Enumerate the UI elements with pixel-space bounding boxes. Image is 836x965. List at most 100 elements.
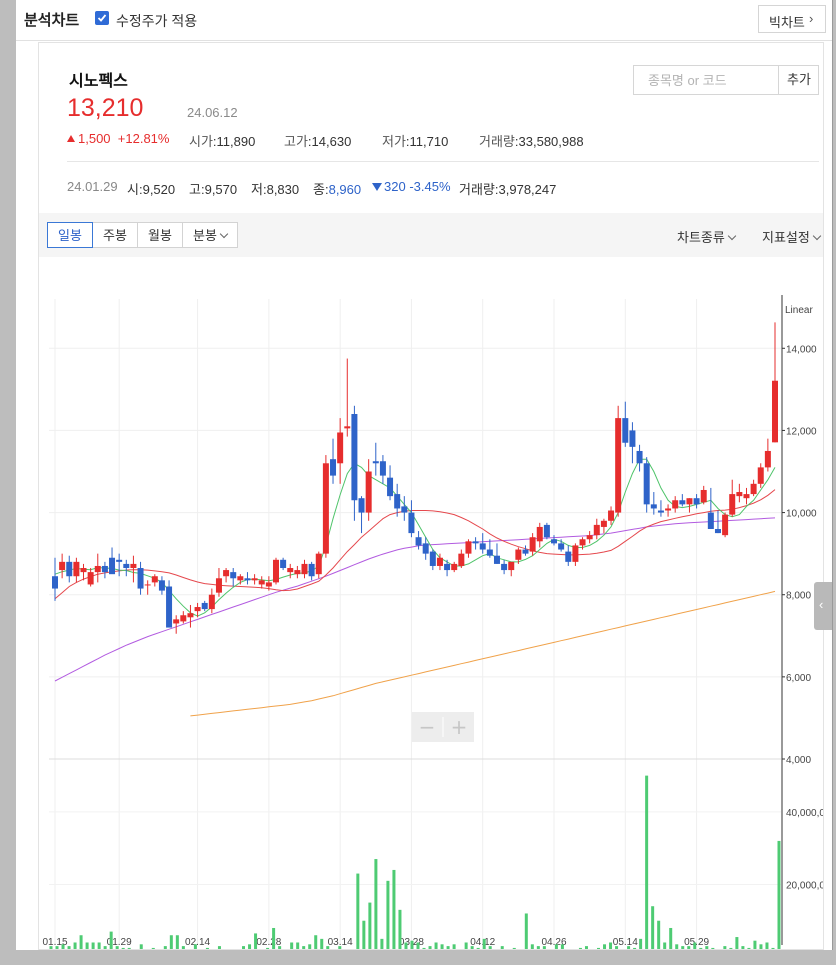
- candle: [700, 485, 707, 505]
- volume-bar: [326, 946, 330, 957]
- volume-bar: [657, 920, 661, 957]
- adjusted-price-label[interactable]: 수정주가 적용: [116, 11, 197, 31]
- volume-bar: [446, 946, 450, 957]
- adjusted-price-checkbox[interactable]: [95, 11, 109, 25]
- candle: [401, 496, 408, 521]
- candle-body: [714, 529, 721, 534]
- candle: [223, 568, 230, 583]
- candle: [151, 574, 158, 587]
- candle-body: [408, 512, 415, 534]
- candle-body: [665, 508, 672, 511]
- hover-diff-percent: -3.45%: [409, 179, 451, 194]
- hover-date: 24.01.29: [67, 179, 118, 194]
- candle-body: [757, 467, 764, 484]
- chart-toolbar: 일봉 주봉 월봉 분봉 차트종류 지표설정: [39, 213, 823, 257]
- indicator-settings-dropdown[interactable]: 지표설정: [762, 227, 822, 246]
- candle: [322, 455, 329, 558]
- chevron-right-icon: ›: [809, 11, 814, 26]
- high-price: 고가:14,630: [284, 134, 352, 149]
- candle-body: [750, 483, 757, 495]
- volume-bar: [434, 942, 438, 957]
- candle-body: [59, 561, 66, 571]
- tab-daily[interactable]: 일봉: [47, 222, 93, 248]
- volume-bar: [410, 940, 414, 957]
- candle: [636, 444, 643, 472]
- chevron-down-icon: [727, 231, 737, 241]
- candle: [565, 545, 572, 566]
- zoom-controls: − +: [412, 712, 474, 742]
- indicator-settings-label: 지표설정: [762, 230, 810, 245]
- volume-bar: [651, 906, 655, 957]
- high-value: 14,630: [311, 134, 352, 149]
- volume-bar: [530, 944, 534, 957]
- tab-minute[interactable]: 분봉: [182, 222, 238, 248]
- y-tick-label: 8,000: [786, 591, 811, 602]
- candle-body: [365, 471, 372, 513]
- volume-bar: [578, 947, 582, 957]
- candle-body: [337, 432, 344, 464]
- volume-bar: [422, 947, 426, 957]
- volume-bar: [705, 946, 709, 957]
- candle-body: [344, 426, 351, 429]
- candle: [301, 559, 308, 579]
- candle-body: [558, 543, 565, 550]
- candle: [109, 547, 116, 575]
- candle: [123, 559, 130, 577]
- chart-type-dropdown[interactable]: 차트종류: [677, 227, 737, 246]
- candle: [144, 580, 151, 595]
- zoom-in-button[interactable]: +: [451, 715, 468, 739]
- tab-monthly[interactable]: 월봉: [137, 222, 183, 248]
- candle-body: [486, 549, 493, 556]
- volume-bar: [67, 946, 71, 957]
- volume-bar: [175, 935, 179, 957]
- volume-tick-label: 20,000,000: [786, 880, 823, 891]
- candle: [650, 492, 657, 515]
- candle-body: [315, 553, 322, 575]
- volume-bar: [452, 944, 456, 957]
- candle: [387, 465, 394, 501]
- candle: [593, 518, 600, 540]
- candle-body: [422, 543, 429, 554]
- volume-bar: [777, 840, 781, 957]
- hover-high: 고:9,570: [189, 182, 238, 197]
- page-title: 분석차트: [24, 12, 80, 29]
- candle-body: [586, 535, 593, 540]
- candle: [308, 561, 315, 581]
- volume-bar: [645, 775, 649, 957]
- hover-close: 종:8,960: [313, 182, 362, 197]
- stock-search-box: 추가: [633, 65, 819, 95]
- candle: [272, 557, 279, 585]
- hover-volume: 거래량:3,978,247: [459, 182, 557, 197]
- price-volume-chart[interactable]: Linear 4,000 6,000 8,000 10,000 12,000 14,000 0…: [39, 257, 836, 964]
- candle: [536, 522, 543, 548]
- candle-body: [508, 561, 515, 571]
- candle: [750, 479, 757, 497]
- volume-bar: [103, 946, 107, 957]
- candle: [315, 551, 322, 579]
- zoom-out-button[interactable]: −: [419, 715, 436, 739]
- candle-body: [493, 555, 500, 564]
- big-chart-button[interactable]: 빅차트 ›: [758, 5, 826, 33]
- candle: [493, 543, 500, 564]
- add-stock-button[interactable]: 추가: [778, 66, 819, 94]
- tab-weekly[interactable]: 주봉: [92, 222, 138, 248]
- chart-area[interactable]: Linear 4,000 6,000 8,000 10,000 12,000 14,000 0…: [39, 257, 836, 964]
- hover-low: 저:8,830: [251, 182, 300, 197]
- volume-bar: [542, 946, 546, 957]
- candle: [629, 422, 636, 464]
- top-bar: 분석차트 수정주가 적용 빅차트 ›: [16, 0, 832, 41]
- candle: [344, 358, 351, 437]
- change-amount: 1,500: [78, 131, 111, 146]
- volume-bar: [169, 935, 173, 957]
- volume-bar: [440, 944, 444, 957]
- candle: [158, 576, 165, 595]
- stock-name: 시노펙스: [69, 73, 128, 90]
- candle: [743, 487, 750, 505]
- side-panel-toggle[interactable]: ‹: [814, 582, 832, 630]
- chart-card: 시노펙스 13,210 24.06.12 1,500 +12.81% 시가:11…: [38, 42, 836, 964]
- volume-bar: [464, 942, 468, 957]
- candle-body: [672, 500, 679, 509]
- candle: [358, 496, 365, 534]
- stock-search-input[interactable]: [634, 66, 778, 94]
- candle-body: [379, 461, 386, 476]
